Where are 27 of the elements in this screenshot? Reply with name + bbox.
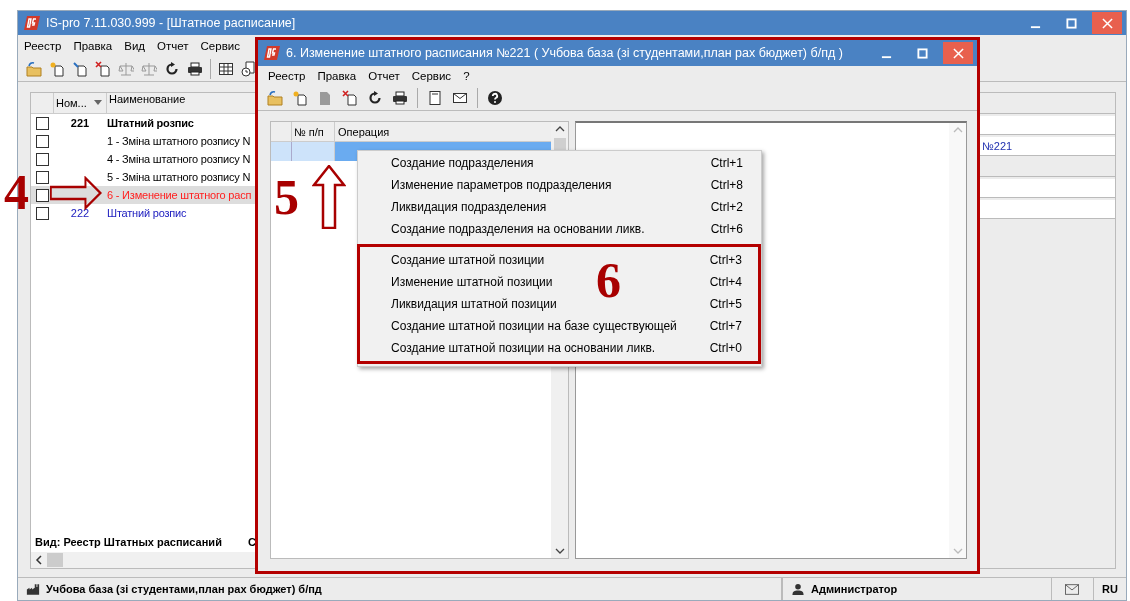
view-label: Вид: Реестр Штатных расписаний (35, 536, 223, 548)
name-cell: 6 - Изменение штатного расп (107, 189, 252, 201)
window-title: 6. Изменение штатного расписания №221 ( Учбова база (зі студентами,план рах бюджет) б/пд ) (286, 46, 843, 60)
view-label: С (248, 536, 256, 548)
shortcut-text: Ctrl+6 (710, 222, 743, 236)
shortcut-text: Ctrl+4 (709, 275, 742, 289)
number-cell: 222 (70, 207, 90, 219)
user-name: Администратор (810, 583, 898, 595)
shortcut-text: Ctrl+8 (710, 178, 743, 192)
name-cell: 4 - Зміна штатного розпису N (107, 153, 251, 165)
shortcut-text: Ctrl+1 (710, 156, 743, 170)
name-cell: 5 - Зміна штатного розпису N (107, 171, 251, 183)
organization-text: Учбова база (зі студентами,план рах бюджет) б/пд (46, 583, 322, 595)
name-cell: 1 - Зміна штатного розпису N (107, 135, 251, 147)
step-number: 6 (596, 255, 621, 305)
shortcut-text: Ctrl+2 (710, 200, 743, 214)
reference-text: №221 (982, 140, 1013, 152)
shortcut-text: Ctrl+7 (709, 319, 742, 333)
step-number: 4 (4, 167, 29, 217)
shortcut-text: Ctrl+3 (709, 253, 742, 267)
number-cell: 221 (70, 117, 90, 129)
window-title: IS-pro 7.11.030.999 - [Штатное расписание] (46, 16, 296, 30)
name-cell: Штатний розпис (107, 207, 187, 219)
shortcut-text: Ctrl+0 (709, 341, 742, 355)
shortcut-text: Ctrl+5 (709, 297, 742, 311)
step-number: 5 (274, 172, 299, 222)
name-cell: Штатний розпис (107, 117, 194, 129)
